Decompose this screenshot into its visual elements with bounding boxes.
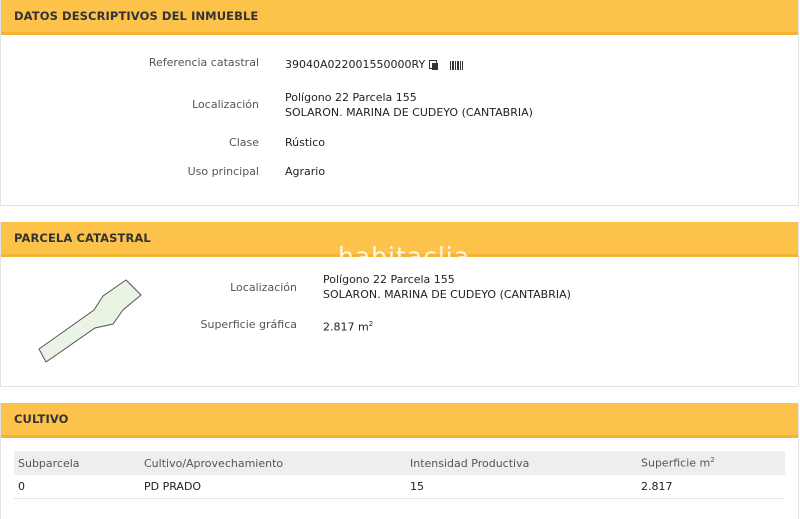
col-subparcela: Subparcela [14,451,140,475]
clase-value: Rústico [285,136,325,149]
panel-datos-descriptivos: DATOS DESCRIPTIVOS DEL INMUEBLE Referenc… [0,0,799,206]
loc-line-1: Polígono 22 Parcela 155 [285,91,417,104]
panel-header: DATOS DESCRIPTIVOS DEL INMUEBLE [1,0,798,35]
sup-exponent: 2 [368,320,374,328]
panel-header: PARCELA CATASTRAL [1,222,798,257]
cell-intensidad: 15 [406,475,637,499]
panel-cultivo: CULTIVO Subparcela Cultivo/Aprovechamien… [0,403,799,519]
table-header-row: Subparcela Cultivo/Aprovechamiento Inten… [14,451,785,475]
col-intensidad: Intensidad Productiva [406,451,637,475]
cell-superficie: 2.817 [637,475,785,499]
clase-label: Clase [229,136,259,149]
copy-icon[interactable] [429,60,439,70]
loc-line-2: SOLARON. MARINA DE CUDEYO (CANTABRIA) [285,106,533,119]
ref-value-group: 39040A022001550000RY [285,57,464,72]
cell-cultivo: PD PRADO [140,475,406,499]
sup-label: Superficie gráfica [200,318,298,331]
cultivo-table: Subparcela Cultivo/Aprovechamiento Inten… [14,451,785,499]
barcode-icon[interactable] [450,60,464,70]
ref-label: Referencia catastral [148,56,259,69]
loc-label: Localización [230,281,297,294]
panel-title: DATOS DESCRIPTIVOS DEL INMUEBLE [14,9,259,23]
loc-value: Polígono 22 Parcela 155 SOLARON. MARINA … [323,272,571,302]
panel-title: CULTIVO [14,412,69,426]
uso-value: Agrario [285,165,326,178]
cell-subparcela: 0 [14,475,140,499]
sup-number: 2.817 m [323,320,369,334]
panel-title: PARCELA CATASTRAL [14,231,151,245]
uso-label: Uso principal [187,165,259,178]
loc-line-1: Polígono 22 Parcela 155 [323,273,455,286]
sup-value: 2.817 m2 [323,317,373,335]
loc-value: Polígono 22 Parcela 155 SOLARON. MARINA … [285,90,533,120]
col-superficie: Superficie m2 [637,451,785,475]
loc-label: Localización [192,98,259,111]
col-superficie-text: Superficie m [641,456,711,470]
panel-parcela-catastral: PARCELA CATASTRAL Localización Polígono … [0,222,799,387]
col-superficie-exp: 2 [710,456,715,465]
panel-header: CULTIVO [1,403,798,438]
loc-line-2: SOLARON. MARINA DE CUDEYO (CANTABRIA) [323,288,571,301]
ref-value[interactable]: 39040A022001550000RY [285,58,425,71]
parcel-shape[interactable] [31,274,146,369]
table-row: 0 PD PRADO 15 2.817 [14,475,785,499]
col-cultivo: Cultivo/Aprovechamiento [140,451,406,475]
